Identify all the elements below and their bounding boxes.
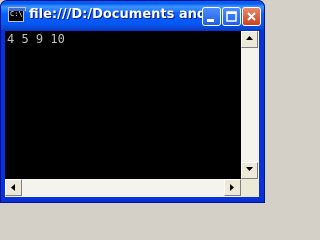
console-area[interactable]: 4 5 9 10	[5, 31, 259, 197]
scroll-down-button[interactable]	[241, 162, 258, 179]
console-icon[interactable]: C:\	[8, 7, 26, 22]
arrow-up-icon	[246, 36, 253, 40]
arrow-right-icon	[230, 184, 234, 191]
arrow-left-icon	[11, 184, 15, 191]
close-icon	[247, 12, 256, 21]
window-title: file:///D:/Documents and ...	[29, 7, 219, 22]
console-output: 4 5 9 10	[7, 32, 65, 46]
minimize-button[interactable]	[202, 7, 221, 26]
close-button[interactable]	[242, 7, 261, 26]
scroll-up-button[interactable]	[241, 31, 258, 48]
scrollbar-corner	[241, 179, 259, 197]
scroll-right-button[interactable]	[224, 179, 241, 196]
maximize-icon	[226, 11, 237, 22]
title-bar[interactable]: C:\ file:///D:/Documents and ...	[1, 1, 264, 30]
scroll-left-button[interactable]	[5, 179, 22, 196]
minimize-icon	[207, 19, 214, 22]
vertical-scrollbar[interactable]	[241, 31, 259, 179]
maximize-button[interactable]	[222, 7, 241, 26]
console-window: C:\ file:///D:/Documents and ... 4 5 9 1…	[0, 0, 265, 203]
horizontal-scrollbar[interactable]	[5, 179, 241, 197]
arrow-down-icon	[246, 167, 253, 171]
